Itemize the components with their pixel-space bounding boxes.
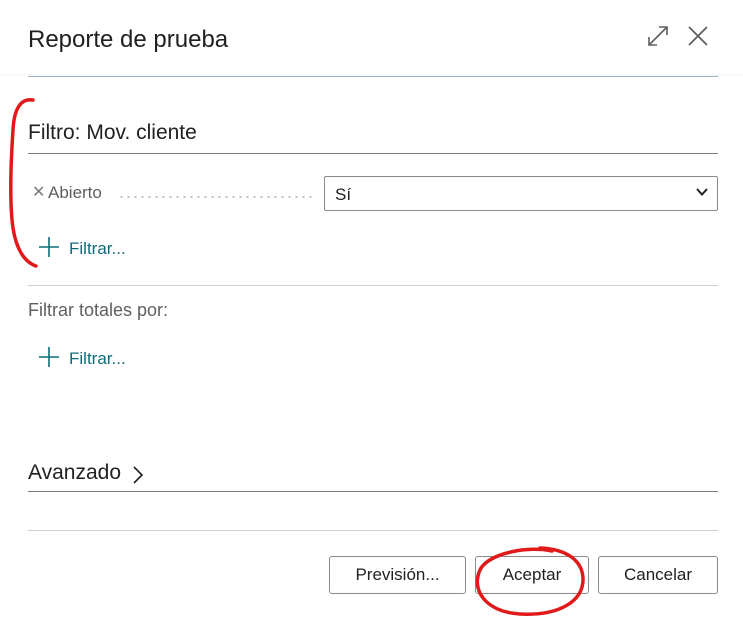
preview-button[interactable]: Previsión... (329, 556, 466, 594)
filter-value: Sí (335, 185, 352, 204)
add-totals-filter-label: Filtrar... (69, 349, 126, 368)
advanced-section-toggle[interactable]: Avanzado (28, 461, 121, 485)
filter-value-select[interactable]: Sí (324, 176, 718, 211)
totals-filter-label: Filtrar totales por: (28, 300, 169, 320)
filter-dotted-leader (118, 196, 313, 198)
plus-icon (39, 237, 59, 257)
dialog-title: Reporte de prueba (28, 26, 229, 53)
chevron-right-icon[interactable] (131, 465, 145, 485)
section-separator (28, 285, 718, 286)
filter-label: Abierto (48, 183, 102, 202)
header-divider (28, 76, 718, 77)
filter-section-divider (28, 153, 718, 154)
advanced-section-divider (28, 491, 718, 492)
remove-filter-icon[interactable]: ✕ (32, 182, 45, 202)
cancel-button[interactable]: Cancelar (598, 556, 718, 594)
chevron-down-icon (696, 188, 708, 196)
close-icon[interactable] (686, 24, 710, 48)
plus-icon (39, 347, 59, 367)
filter-section-title: Filtro: Mov. cliente (28, 121, 197, 144)
ok-button[interactable]: Aceptar (475, 556, 589, 594)
add-filter-label: Filtrar... (69, 239, 126, 258)
expand-icon[interactable] (646, 24, 670, 48)
footer-divider (28, 530, 718, 531)
